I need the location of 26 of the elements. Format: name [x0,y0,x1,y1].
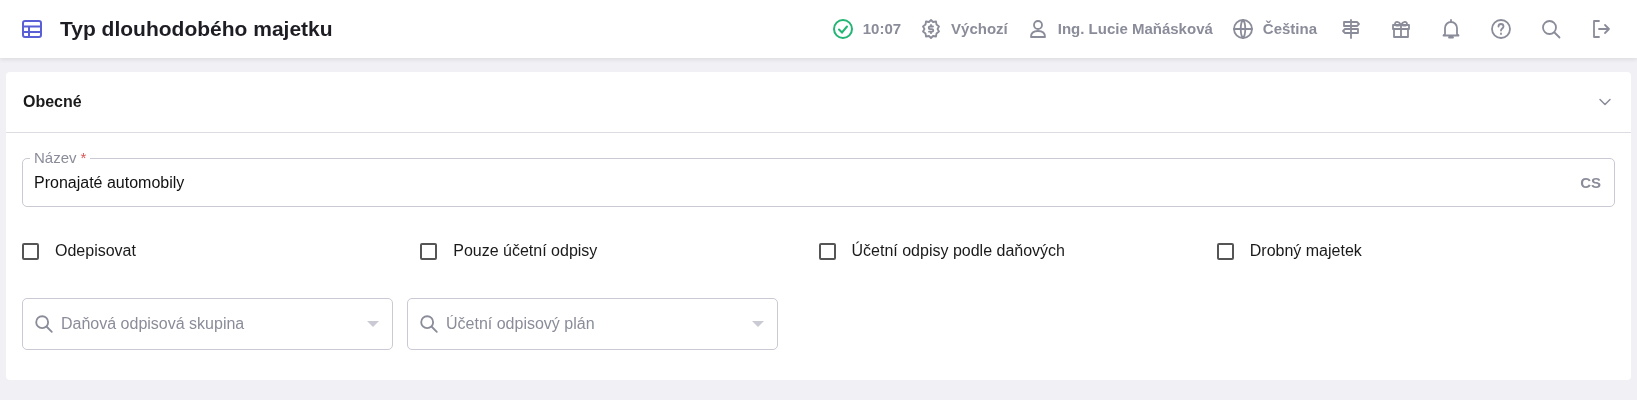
section-title: Obecné [23,92,82,112]
language-code: CS [1580,173,1601,193]
checkbox[interactable] [22,242,39,260]
search-icon [33,313,55,335]
page-title: Typ dlouhodobého majetku [60,16,333,43]
checkbox-label: Účetní odpisy podle daňových [851,240,1065,261]
dropdown-arrow-icon [367,321,379,328]
checkbox[interactable] [420,242,438,260]
search-icon [418,313,440,335]
user-menu[interactable]: Ing. Lucie Maňásková [1057,17,1213,41]
globe-icon [1230,17,1255,41]
checkbox-label: Drobný majetek [1249,241,1362,261]
search-icon[interactable] [1539,17,1563,41]
help-icon[interactable] [1489,17,1513,41]
select-field[interactable]: Účetní odpisový plán [407,298,778,350]
dropdown-arrow-icon [752,321,764,328]
language-selector[interactable]: Čeština [1262,17,1317,41]
checkbox[interactable] [818,242,836,260]
clock-time: 10:07 [862,18,902,39]
table-icon [20,17,44,41]
checkbox-label: Pouze účetní odpisy [453,241,598,261]
select-field[interactable]: Daňová odpisová skupina [22,298,393,350]
checkbox[interactable] [1216,242,1234,260]
checkbox-label: Odepisovat [55,241,136,261]
currency-selector[interactable]: Výchozí [951,17,1008,41]
signpost-icon[interactable] [1339,17,1363,41]
